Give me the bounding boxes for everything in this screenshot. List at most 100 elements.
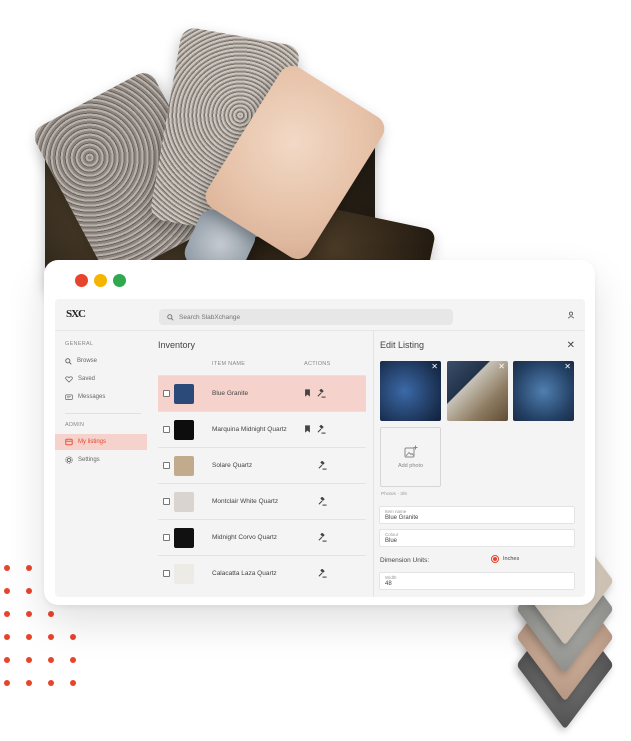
sidebar-item-saved[interactable]: Saved (55, 371, 147, 387)
row-checkbox[interactable] (163, 390, 170, 397)
dot (70, 680, 76, 686)
colour-value: Blue (385, 538, 398, 544)
sidebar-item-label: Settings (78, 457, 100, 463)
dot (26, 657, 32, 663)
table-row[interactable]: Blue Granite (158, 375, 366, 411)
remove-photo-icon[interactable]: ✕ (564, 362, 571, 371)
table-row[interactable]: Solare Quartz (158, 447, 366, 483)
dot (4, 634, 10, 640)
gavel-icon[interactable] (318, 533, 327, 542)
row-actions (318, 569, 327, 578)
remove-photo-icon[interactable]: ✕ (498, 362, 505, 371)
row-thumbnail (174, 491, 194, 512)
sidebar: GENERAL Browse Saved Messages ADMIN My l… (55, 331, 147, 597)
search-input[interactable] (179, 313, 379, 321)
photo-count: Photos · 3/6 (381, 492, 407, 497)
row-thumbnail (174, 563, 194, 584)
row-checkbox[interactable] (163, 534, 170, 541)
listing-photo[interactable]: ✕ (447, 361, 508, 421)
search-icon (167, 313, 174, 321)
row-item-name: Marquina Midnight Quartz (212, 426, 287, 433)
sidebar-divider (65, 413, 141, 414)
search-bar[interactable] (159, 309, 453, 325)
row-actions (318, 533, 327, 542)
dot (4, 588, 10, 594)
table-row[interactable]: Marquina Midnight Quartz (158, 411, 366, 447)
dot (26, 634, 32, 640)
gavel-icon[interactable] (318, 497, 327, 506)
row-item-name: Solare Quartz (212, 462, 253, 469)
item-name-label: Item name (385, 509, 407, 514)
message-icon (65, 393, 73, 400)
inventory-title: Inventory (158, 340, 196, 350)
row-checkbox[interactable] (163, 498, 170, 505)
dot (26, 565, 32, 571)
gavel-icon[interactable] (318, 569, 327, 578)
column-header-item-name: ITEM NAME (212, 361, 246, 367)
table-row[interactable]: Calacatta Laza Quartz (158, 555, 366, 591)
item-name-value: Blue Granite (385, 515, 419, 521)
colour-field[interactable]: Colour Blue (379, 529, 575, 547)
units-radio-inches[interactable]: Inches (491, 555, 519, 563)
row-thumbnail (174, 527, 194, 548)
granite-samples-image (29, 20, 437, 309)
app-window: SXC GENERAL Browse Saved (44, 260, 595, 605)
width-label: Width (385, 575, 397, 580)
gavel-icon[interactable] (318, 461, 327, 470)
bookmark-icon[interactable] (304, 425, 311, 433)
row-checkbox[interactable] (163, 570, 170, 577)
row-item-name: Blue Granite (212, 390, 249, 397)
row-item-name: Calacatta Laza Quartz (212, 570, 277, 577)
inventory-panel: Inventory ITEM NAME ACTIONS Blue Granite… (158, 331, 366, 597)
top-bar: SXC (55, 299, 585, 331)
row-actions (318, 461, 327, 470)
sidebar-item-my-listings[interactable]: My listings (55, 434, 147, 450)
gavel-icon[interactable] (317, 425, 326, 434)
edit-listing-title: Edit Listing (380, 340, 425, 350)
sidebar-item-settings[interactable]: Settings (55, 452, 147, 468)
dot (70, 657, 76, 663)
remove-photo-icon[interactable]: ✕ (431, 362, 438, 371)
width-value: 48 (385, 581, 392, 587)
maximize-window-button[interactable] (113, 274, 126, 287)
row-checkbox[interactable] (163, 426, 170, 433)
row-item-name: Midnight Corvo Quartz (212, 534, 278, 541)
row-thumbnail (174, 383, 194, 404)
close-window-button[interactable] (75, 274, 88, 287)
inventory-list: Blue Granite Marquina Midnight Quartz Sola… (158, 375, 366, 591)
dot (4, 611, 10, 617)
dot (4, 565, 10, 571)
row-item-name: Montclair White Quartz (212, 498, 279, 505)
column-header-actions: ACTIONS (304, 361, 331, 367)
add-photo-button[interactable]: Add photo (380, 427, 441, 487)
dot (26, 611, 32, 617)
close-icon[interactable]: ✕ (567, 340, 575, 351)
table-row[interactable]: Midnight Corvo Quartz (158, 519, 366, 555)
logo[interactable]: SXC (66, 308, 86, 322)
width-field[interactable]: Width 48 (379, 572, 575, 590)
gear-icon (65, 456, 73, 464)
dot (70, 634, 76, 640)
sidebar-item-browse[interactable]: Browse (55, 353, 147, 369)
listing-photo[interactable]: ✕ (513, 361, 574, 421)
user-icon[interactable] (567, 311, 575, 319)
sidebar-item-label: Messages (78, 394, 106, 400)
listing-photo[interactable]: ✕ (380, 361, 441, 421)
add-photo-label: Add photo (397, 463, 424, 469)
sidebar-item-messages[interactable]: Messages (55, 389, 147, 405)
edit-listing-panel: Edit Listing ✕ ✕ ✕ ✕ Add photo Photos · … (373, 331, 585, 597)
sidebar-item-label: My listings (78, 439, 107, 445)
listings-icon (65, 438, 73, 446)
item-name-field[interactable]: Item name Blue Granite (379, 506, 575, 524)
window-controls (75, 274, 126, 287)
gavel-icon[interactable] (317, 389, 326, 398)
row-checkbox[interactable] (163, 462, 170, 469)
bookmark-icon[interactable] (304, 389, 311, 397)
dot (48, 657, 54, 663)
heart-icon (65, 375, 73, 383)
units-option-label: Inches (503, 556, 520, 562)
table-row[interactable]: Montclair White Quartz (158, 483, 366, 519)
dot (26, 588, 32, 594)
row-thumbnail (174, 455, 194, 476)
minimize-window-button[interactable] (94, 274, 107, 287)
